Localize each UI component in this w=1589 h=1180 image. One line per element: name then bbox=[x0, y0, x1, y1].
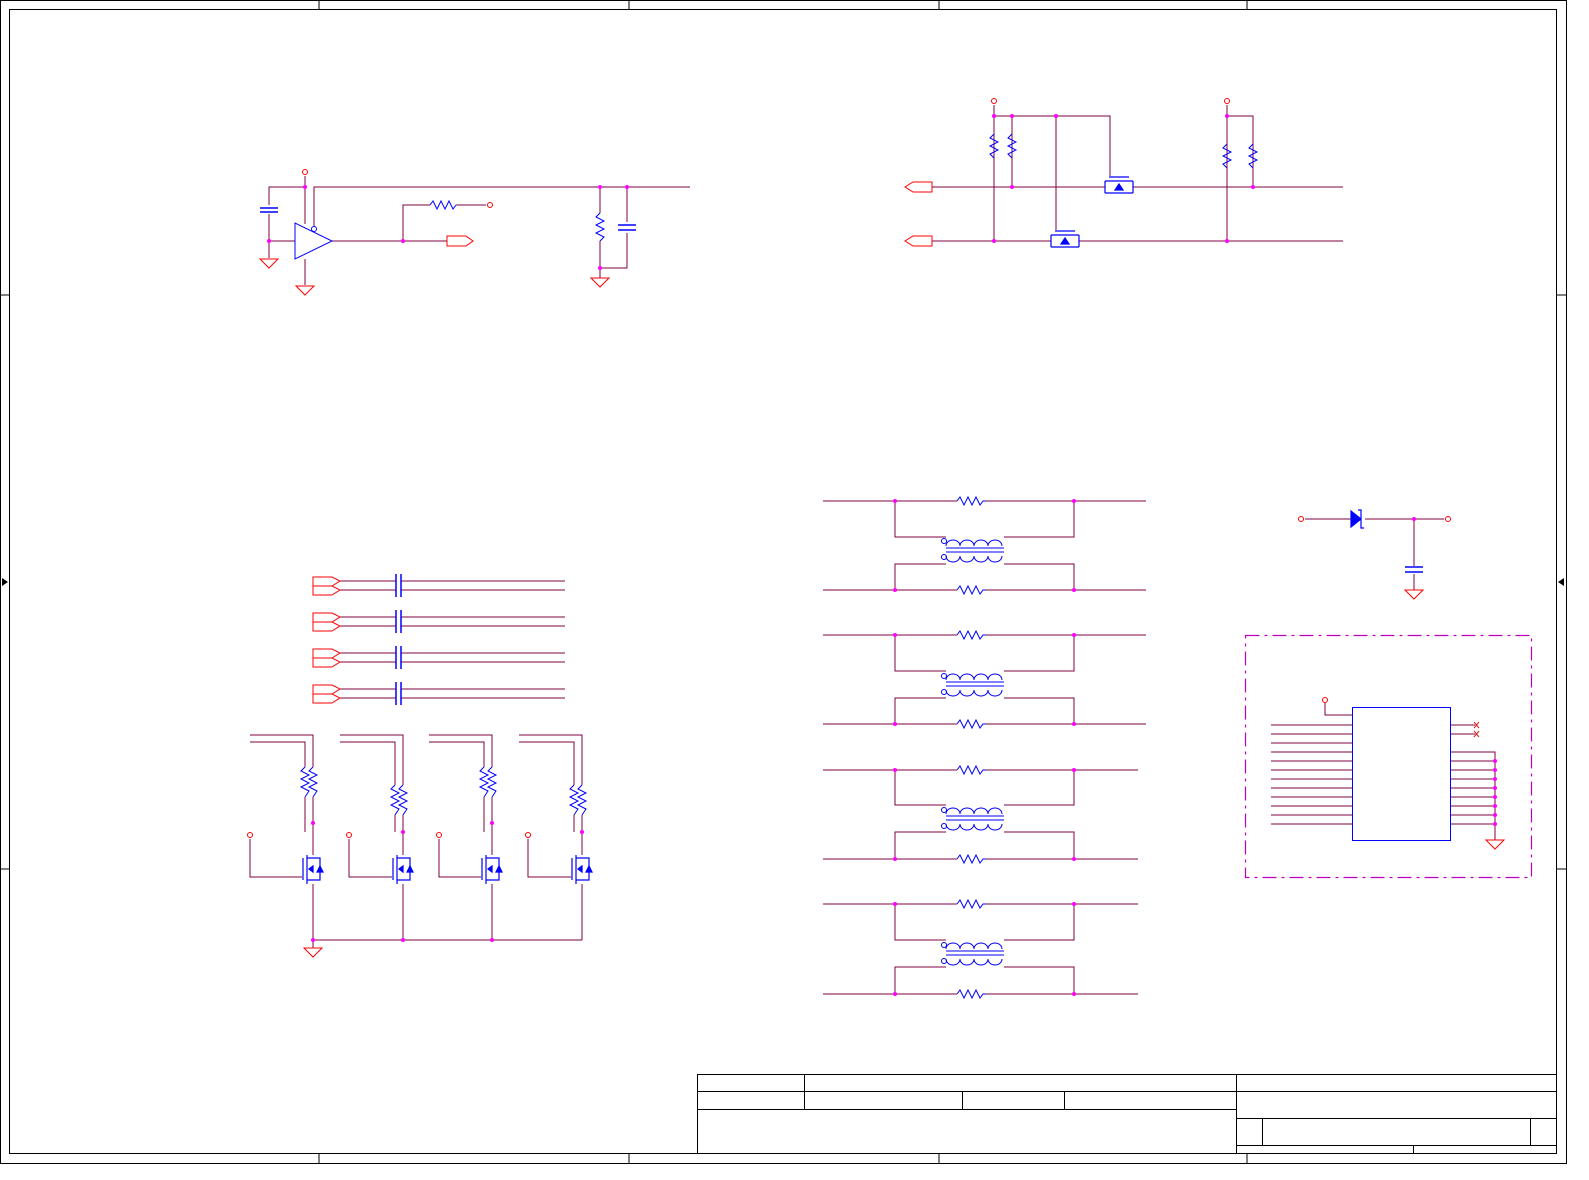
resistor-icon bbox=[429, 199, 457, 211]
choke-group bbox=[823, 764, 1138, 865]
choke-group bbox=[823, 495, 1146, 596]
capacitor-icon bbox=[395, 610, 402, 633]
power-port-icon bbox=[1322, 697, 1328, 703]
center-mark-right bbox=[1558, 578, 1564, 586]
capacitor-icon bbox=[260, 207, 278, 213]
ic-connector-block bbox=[1244, 634, 1533, 879]
ic-package-icon bbox=[1352, 707, 1451, 841]
diode-capacitor-circuit bbox=[1298, 509, 1451, 600]
power-port-icon bbox=[247, 832, 253, 838]
capacitor-icon bbox=[618, 224, 636, 231]
ground-icon bbox=[258, 258, 280, 269]
mosfet-icon bbox=[481, 855, 503, 884]
mosfet-switch-channel bbox=[340, 734, 414, 942]
diode-icon bbox=[1350, 509, 1364, 529]
opamp-icon bbox=[294, 222, 334, 260]
resistor-icon bbox=[956, 988, 986, 1000]
offpage-connector-icon bbox=[312, 576, 342, 704]
offpage-connector-icon bbox=[446, 235, 474, 247]
mosfet-icon bbox=[1050, 230, 1080, 248]
common-mode-choke-icon bbox=[941, 807, 1004, 831]
resistor-icon bbox=[568, 784, 588, 816]
capacitor-icon bbox=[395, 682, 402, 705]
capacitor-icon bbox=[395, 574, 402, 597]
mosfet-switch-channel bbox=[247, 734, 324, 942]
title-block bbox=[697, 1074, 1557, 1154]
mosfet-switch-channel bbox=[519, 734, 593, 940]
common-mode-choke-icon bbox=[941, 538, 1004, 563]
mosfet-icon bbox=[1104, 176, 1134, 194]
power-port-icon bbox=[487, 202, 493, 208]
power-port-icon bbox=[1298, 516, 1304, 522]
offpage-connector-icon bbox=[904, 235, 933, 247]
junction-dots bbox=[267, 185, 629, 270]
sheet-border bbox=[0, 0, 1567, 1164]
capacitor-icon bbox=[395, 646, 402, 669]
power-port-icon bbox=[525, 832, 531, 838]
resistor-icon bbox=[956, 718, 986, 730]
schematic-sheet bbox=[0, 0, 1567, 1164]
power-port-icon bbox=[1224, 98, 1230, 104]
common-mode-choke-icon bbox=[941, 942, 1004, 966]
mosfet-switch-channel bbox=[429, 734, 503, 942]
resistor-icon bbox=[956, 898, 986, 910]
power-port-icon bbox=[436, 832, 442, 838]
choke-group bbox=[823, 629, 1146, 730]
resistor-icon bbox=[956, 495, 986, 507]
comparator-circuit bbox=[258, 169, 690, 296]
resistor-icon bbox=[478, 766, 498, 798]
coupling-capacitor-array bbox=[312, 574, 565, 705]
mosfet-icon bbox=[392, 855, 414, 884]
resistor-icon bbox=[956, 853, 986, 865]
common-mode-choke-array bbox=[823, 495, 1146, 1000]
resistor-icon bbox=[956, 629, 986, 641]
mosfet-icon bbox=[571, 855, 593, 884]
mosfet-switch-array bbox=[247, 734, 593, 958]
common-mode-choke-icon bbox=[941, 673, 1004, 697]
offpage-connector-icon bbox=[904, 181, 933, 193]
resistor-icon bbox=[389, 784, 409, 816]
power-port-icon bbox=[302, 169, 308, 175]
capacitor-icon bbox=[1405, 566, 1423, 573]
ground-icon bbox=[302, 947, 324, 958]
ground-icon bbox=[1403, 589, 1425, 600]
ground-icon bbox=[589, 277, 611, 288]
power-port-icon bbox=[1445, 516, 1451, 522]
choke-group bbox=[823, 898, 1138, 1000]
resistor-icon bbox=[956, 764, 986, 776]
power-port-icon bbox=[991, 98, 997, 104]
resistor-icon bbox=[956, 584, 986, 596]
resistor-icon bbox=[594, 212, 606, 242]
resistor-icon bbox=[299, 766, 319, 798]
power-port-icon bbox=[346, 832, 352, 838]
center-mark-left bbox=[2, 578, 8, 586]
ground-icon bbox=[1484, 839, 1506, 850]
junction-dots bbox=[992, 114, 1255, 243]
ground-icon bbox=[294, 285, 316, 296]
mosfet-icon bbox=[302, 855, 324, 884]
level-shifter-circuit bbox=[904, 98, 1343, 248]
